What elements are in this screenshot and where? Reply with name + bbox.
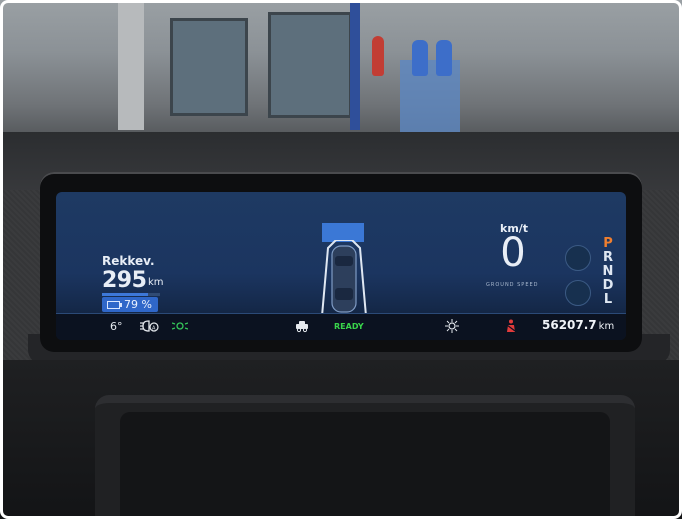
- parking-lights-icon: [172, 322, 188, 330]
- odometer-unit: km: [598, 321, 615, 332]
- auto-headlight-icon: A: [140, 320, 159, 332]
- seatbelt-warning-icon: [506, 319, 516, 332]
- gear-r: R: [602, 250, 613, 265]
- range-value: 295: [102, 268, 147, 293]
- battery-icon: [107, 301, 122, 309]
- range-label: Rekkev.: [102, 254, 155, 268]
- outside-temperature: 6°: [110, 320, 123, 333]
- ready-indicator: READY: [334, 322, 364, 331]
- cluster-button-upper[interactable]: [565, 245, 591, 271]
- speed-mode-label: GROUND SPEED: [486, 282, 539, 288]
- blue-bottle: [436, 40, 452, 76]
- vehicle-silhouette-icon: [321, 240, 367, 317]
- garage-pillar: [118, 0, 144, 130]
- gear-n: N: [602, 264, 614, 279]
- blue-bottle: [412, 40, 428, 76]
- battery-badge: 79 %: [102, 297, 158, 312]
- odometer: 56207.7 km: [542, 318, 614, 332]
- battery-level-bar: [102, 293, 160, 296]
- speed-value: 0: [500, 230, 526, 276]
- odometer-value: 56207.7: [542, 318, 597, 332]
- garage-window: [268, 12, 352, 118]
- gear-l: L: [603, 292, 613, 307]
- garage-window: [170, 18, 248, 116]
- cluster-screen: Rekkev. 295 km 79 % km/t 0 GROUND SPEED …: [56, 192, 626, 340]
- battery-percent: 79 %: [124, 298, 152, 311]
- windshield-view: [0, 0, 682, 150]
- red-bottle: [372, 36, 384, 76]
- gear-d: D: [602, 278, 614, 293]
- garage-pillar: [350, 0, 360, 130]
- battery-level-fill: [102, 293, 148, 296]
- gear-p: P: [603, 236, 613, 251]
- traction-control-icon: [445, 319, 459, 333]
- steering-hub: [120, 412, 610, 519]
- svg-text:A: A: [152, 326, 156, 332]
- range-unit: km: [148, 277, 164, 288]
- cluster-button-lower[interactable]: [565, 280, 591, 306]
- vehicle-status-icon: [296, 321, 308, 333]
